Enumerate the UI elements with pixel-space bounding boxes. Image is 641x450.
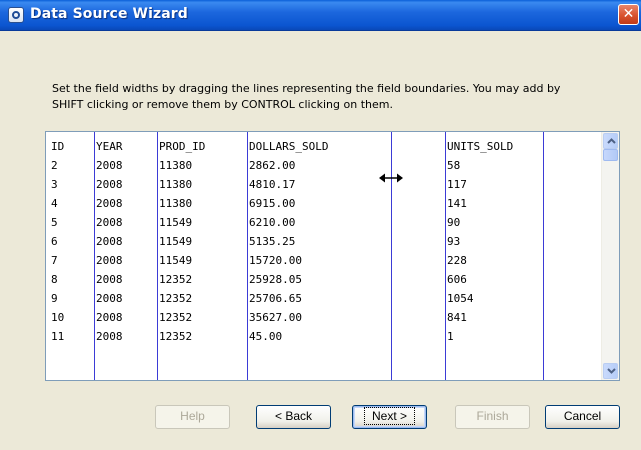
table-cell: 6915.00 (249, 197, 296, 210)
instructions-line-1: Set the field widths by dragging the lin… (52, 82, 561, 95)
table-cell: 3 (51, 178, 58, 191)
table-cell: 15720.00 (249, 254, 302, 267)
table-cell: 35627.00 (249, 311, 302, 324)
instructions-text: Set the field widths by dragging the lin… (52, 81, 632, 113)
table-cell: 90 (447, 216, 461, 229)
table-row: 10 2008 12352 35627.00 841 (46, 308, 571, 327)
table-row: 8 2008 12352 25928.05 606 (46, 270, 571, 289)
next-button-label: Next > (363, 407, 416, 425)
table-row: ID YEAR PROD_ID DOLLARS_SOLD UNITS_SOLD (46, 137, 571, 156)
table-cell: 45.00 (249, 330, 283, 343)
field-width-grid[interactable]: ID YEAR PROD_ID DOLLARS_SOLD UNITS_SOLD 2 2008… (45, 131, 620, 381)
table-cell: 12352 (159, 292, 193, 305)
table-cell: 11 (51, 330, 65, 343)
close-button[interactable]: ✕ (618, 4, 639, 25)
table-cell: 12352 (159, 330, 193, 343)
title-bar[interactable]: Data Source Wizard ✕ (0, 0, 641, 31)
table-row: 9 2008 12352 25706.65 1054 (46, 289, 571, 308)
back-button[interactable]: < Back (256, 405, 331, 429)
scroll-up-button[interactable] (603, 133, 618, 149)
table-cell: 2008 (96, 292, 123, 305)
table-cell: 10 (51, 311, 65, 324)
table-row: 6 2008 11549 5135.25 93 (46, 232, 571, 251)
table-cell: YEAR (96, 140, 123, 153)
table-cell: 841 (447, 311, 467, 324)
table-cell: 2008 (96, 197, 123, 210)
data-source-icon (8, 7, 24, 23)
table-cell: 2008 (96, 235, 123, 248)
table-cell: 25928.05 (249, 273, 302, 286)
table-cell: 25706.65 (249, 292, 302, 305)
table-cell: 2862.00 (249, 159, 296, 172)
table-cell: DOLLARS_SOLD (249, 140, 329, 153)
table-cell: UNITS_SOLD (447, 140, 514, 153)
cancel-button[interactable]: Cancel (545, 405, 620, 429)
vertical-scrollbar[interactable] (601, 132, 619, 380)
table-cell: 606 (447, 273, 467, 286)
table-row: 3 2008 11380 4810.17 117 (46, 175, 571, 194)
table-cell: 4 (51, 197, 58, 210)
table-cell: 11549 (159, 216, 193, 229)
table-cell: 11549 (159, 254, 193, 267)
table-cell: 6 (51, 235, 58, 248)
table-cell: 2008 (96, 311, 123, 324)
table-cell: 5135.25 (249, 235, 296, 248)
table-row: 2 2008 11380 2862.00 58 (46, 156, 571, 175)
table-cell: 9 (51, 292, 58, 305)
table-cell: 11380 (159, 159, 193, 172)
table-cell: 1 (447, 330, 454, 343)
window-title: Data Source Wizard (30, 6, 188, 22)
next-button[interactable]: Next > (352, 405, 427, 429)
table-cell: 2008 (96, 216, 123, 229)
table-cell: 1054 (447, 292, 474, 305)
table-cell: 11549 (159, 235, 193, 248)
help-button[interactable]: Help (155, 405, 230, 429)
table-cell: 58 (447, 159, 461, 172)
instructions-line-2: SHIFT clicking or remove them by CONTROL… (52, 98, 393, 111)
table-cell: 11380 (159, 178, 193, 191)
table-cell: 12352 (159, 273, 193, 286)
table-row: 4 2008 11380 6915.00 141 (46, 194, 571, 213)
table-cell: 2008 (96, 330, 123, 343)
table-cell: 2008 (96, 159, 123, 172)
table-cell: 11380 (159, 197, 193, 210)
scroll-down-button[interactable] (603, 363, 618, 379)
chevron-down-icon (607, 368, 616, 374)
table-row: 7 2008 11549 15720.00 228 (46, 251, 571, 270)
table-cell: 2 (51, 159, 58, 172)
table-cell: PROD_ID (159, 140, 206, 153)
table-cell: 117 (447, 178, 467, 191)
table-cell: 141 (447, 197, 467, 210)
finish-button[interactable]: Finish (455, 405, 530, 429)
data-source-wizard-window: Data Source Wizard ✕ Set the field width… (0, 0, 641, 450)
chevron-up-icon (607, 138, 616, 144)
table-cell: 8 (51, 273, 58, 286)
table-cell: 12352 (159, 311, 193, 324)
table-cell: 7 (51, 254, 58, 267)
table-cell: 6210.00 (249, 216, 296, 229)
table-cell: ID (51, 140, 65, 153)
table-cell: 5 (51, 216, 58, 229)
table-cell: 4810.17 (249, 178, 296, 191)
horizontal-resize-cursor-icon (379, 173, 403, 183)
table-cell: 93 (447, 235, 461, 248)
table-cell: 2008 (96, 254, 123, 267)
table-cell: 2008 (96, 273, 123, 286)
scroll-thumb[interactable] (603, 149, 618, 161)
table-row: 5 2008 11549 6210.00 90 (46, 213, 571, 232)
table-row: 11 2008 12352 45.00 1 (46, 327, 571, 346)
table-cell: 2008 (96, 178, 123, 191)
table-cell: 228 (447, 254, 467, 267)
